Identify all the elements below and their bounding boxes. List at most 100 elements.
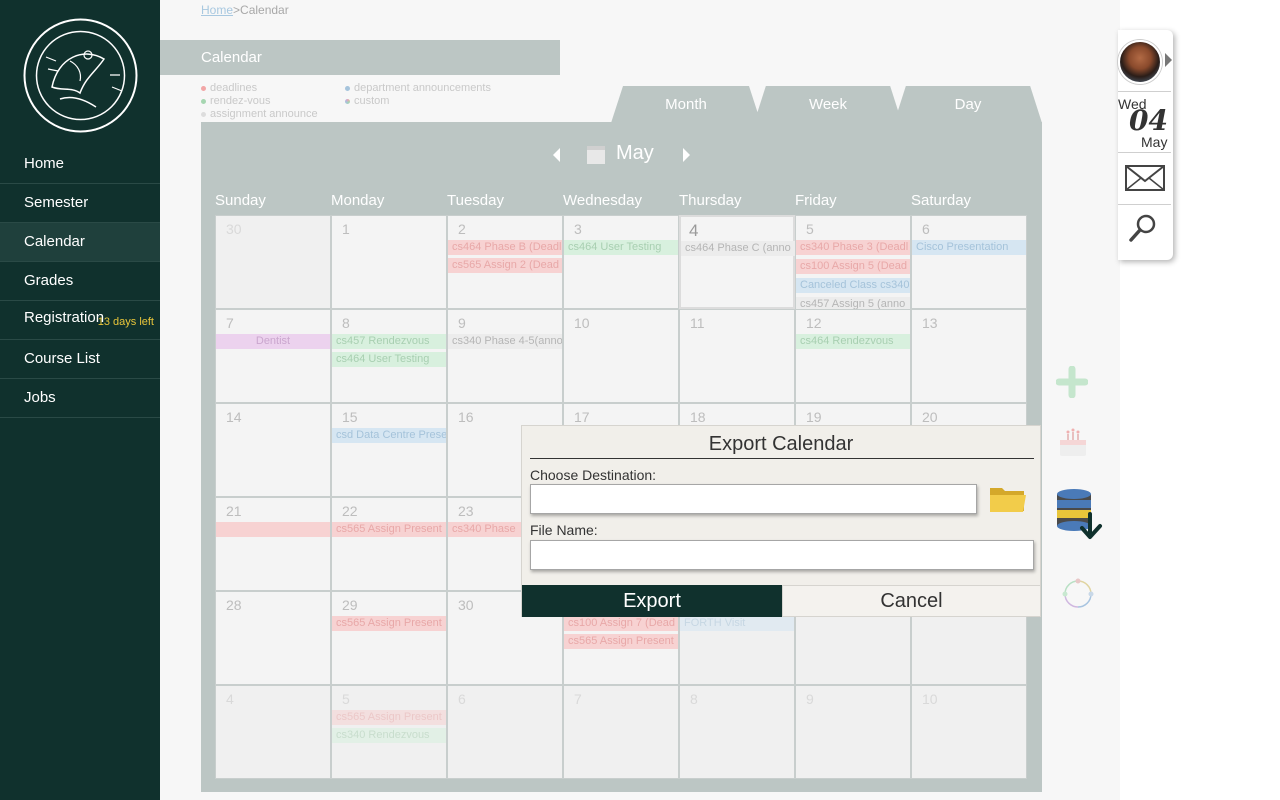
export-button[interactable]: Export (522, 585, 782, 617)
calendar-event[interactable]: cs464 User Testing (564, 240, 678, 255)
calendar-event[interactable]: cs464 User Testing (332, 352, 446, 367)
sync-icon[interactable] (1062, 578, 1094, 610)
day-number: 10 (574, 315, 590, 331)
nav-item-grades[interactable]: Grades (0, 262, 160, 301)
tab-week[interactable]: Week (754, 86, 902, 123)
calendar-day-cell[interactable]: 13 (911, 309, 1027, 403)
calendar-day-cell[interactable]: 7 (563, 685, 679, 779)
tab-month[interactable]: Month (611, 86, 761, 123)
day-number: 3 (574, 221, 582, 237)
search-icon[interactable] (1128, 213, 1158, 243)
calendar-event[interactable]: cs565 Assign Present (332, 710, 446, 725)
chevron-right-icon[interactable] (683, 148, 690, 162)
cancel-button[interactable]: Cancel (782, 585, 1041, 617)
date-month: May (1141, 134, 1168, 150)
nav-item-home[interactable]: Home (0, 145, 160, 184)
day-number: 30 (226, 221, 242, 237)
day-number: 2 (458, 221, 466, 237)
calendar-event[interactable]: cs100 Assign 5 (Dead (796, 259, 910, 274)
calendar-event[interactable]: cs464 Rendezvous (796, 334, 910, 349)
destination-input[interactable] (530, 484, 977, 514)
chevron-right-icon[interactable] (1165, 53, 1172, 67)
calendar-day-cell[interactable]: 6 Cisco Presentation (911, 215, 1027, 309)
folder-icon[interactable] (989, 484, 1027, 514)
calendar-day-cell[interactable]: 30 (215, 215, 331, 309)
calendar-event[interactable]: cs457 Rendezvous (332, 334, 446, 349)
calendar-day-cell[interactable]: 22 cs565 Assign Present (331, 497, 447, 591)
legend-label: rendez-vous (210, 95, 271, 107)
day-number: 12 (806, 315, 822, 331)
calendar-day-cell[interactable]: 1 (331, 215, 447, 309)
calendar-day-cell[interactable]: 29 cs565 Assign Present (331, 591, 447, 685)
calendar-event[interactable]: Canceled Class cs340 (796, 278, 910, 293)
calendar-day-cell[interactable]: 4 (215, 685, 331, 779)
tab-day[interactable]: Day (894, 86, 1042, 123)
nav-item-label: Jobs (24, 389, 56, 406)
legend-item-deadlines: deadlines (201, 82, 257, 94)
calendar-day-cell-today[interactable]: 4 cs464 Phase C (anno (679, 215, 795, 309)
weekday-label: Sunday (215, 192, 266, 209)
calendar-day-cell[interactable]: 15 csd Data Centre Prese (331, 403, 447, 497)
legend-dot (201, 85, 206, 91)
nav-item-jobs[interactable]: Jobs (0, 379, 160, 418)
calendar-day-cell[interactable]: 5 cs565 Assign Present cs340 Rendezvous (331, 685, 447, 779)
calendar-event[interactable]: cs464 Phase B (Deadl (448, 240, 562, 255)
calendar-day-cell[interactable]: 14 (215, 403, 331, 497)
breadcrumb-home-link[interactable]: Home (201, 3, 233, 17)
calendar-icon[interactable] (587, 146, 605, 164)
calendar-day-cell[interactable]: 8 cs457 Rendezvous cs464 User Testing (331, 309, 447, 403)
calendar-day-cell[interactable]: 11 (679, 309, 795, 403)
chevron-left-icon[interactable] (553, 148, 560, 162)
calendar-event[interactable] (216, 522, 330, 537)
calendar-day-cell[interactable]: 5 cs340 Phase 3 (Deadl cs100 Assign 5 (Dea… (795, 215, 911, 312)
weekday-label: Saturday (911, 192, 972, 209)
calendar-day-cell[interactable]: 10 (563, 309, 679, 403)
nav-item-course-list[interactable]: Course List (0, 340, 160, 379)
calendar-day-cell[interactable]: 7 Dentist (215, 309, 331, 403)
calendar-day-cell[interactable]: 2 cs464 Phase B (Deadl cs565 Assign 2 (Dea… (447, 215, 563, 309)
add-event-icon[interactable] (1056, 366, 1088, 398)
calendar-event[interactable]: cs565 Assign Present (332, 522, 446, 537)
calendar-event[interactable]: Cisco Presentation (912, 240, 1026, 255)
legend-dot (201, 111, 206, 117)
export-database-icon[interactable] (1054, 488, 1106, 544)
calendar-day-cell[interactable]: 9 cs340 Phase 4-5(anno (447, 309, 563, 403)
nav-item-calendar[interactable]: Calendar (0, 223, 160, 262)
nav-item-label: Calendar (24, 233, 85, 250)
calendar-event[interactable]: cs565 Assign Present (564, 634, 678, 649)
calendar-event[interactable]: cs340 Phase 4-5(anno (448, 334, 562, 349)
university-seal-icon[interactable] (22, 17, 139, 134)
day-number: 4 (689, 221, 699, 240)
day-number: 29 (342, 597, 358, 613)
calendar-day-cell[interactable]: 21 (215, 497, 331, 591)
calendar-event[interactable]: cs565 Assign Present (332, 616, 446, 631)
calendar-event[interactable]: cs100 Assign 7 (Dead (564, 616, 678, 631)
legend-label: assignment announce (210, 108, 318, 120)
file-name-input[interactable] (530, 540, 1034, 570)
calendar-day-cell[interactable]: 10 (911, 685, 1027, 779)
nav-item-registration[interactable]: Registration 13 days left (0, 301, 160, 340)
calendar-event[interactable]: FORTH Visit (680, 616, 794, 631)
calendar-day-cell[interactable]: 6 (447, 685, 563, 779)
user-avatar-icon[interactable] (1118, 40, 1162, 84)
calendar-event[interactable]: cs565 Assign 2 (Dead (448, 258, 562, 273)
day-number: 18 (690, 409, 706, 425)
calendar-event[interactable]: csd Data Centre Prese (332, 428, 446, 443)
calendar-day-cell[interactable]: 28 (215, 591, 331, 685)
user-widget: Wed 04 May (1118, 30, 1173, 260)
mail-icon[interactable] (1125, 163, 1165, 193)
day-number: 6 (458, 691, 466, 707)
nav-item-label: Home (24, 155, 65, 172)
calendar-day-cell[interactable]: 3 cs464 User Testing (563, 215, 679, 309)
calendar-event[interactable]: Dentist (216, 334, 330, 349)
day-number: 8 (690, 691, 698, 707)
calendar-event[interactable]: cs340 Phase 3 (Deadl (796, 240, 910, 255)
calendar-day-cell[interactable]: 9 (795, 685, 911, 779)
calendar-event[interactable]: cs464 Phase C (anno (681, 241, 795, 256)
calendar-day-cell[interactable]: 12 cs464 Rendezvous (795, 309, 911, 403)
nav-item-label: Semester (24, 194, 89, 211)
calendar-day-cell[interactable]: 8 (679, 685, 795, 779)
birthday-cake-icon[interactable] (1056, 426, 1090, 460)
calendar-event[interactable]: cs340 Rendezvous (332, 728, 446, 743)
nav-item-semester[interactable]: Semester (0, 184, 160, 223)
